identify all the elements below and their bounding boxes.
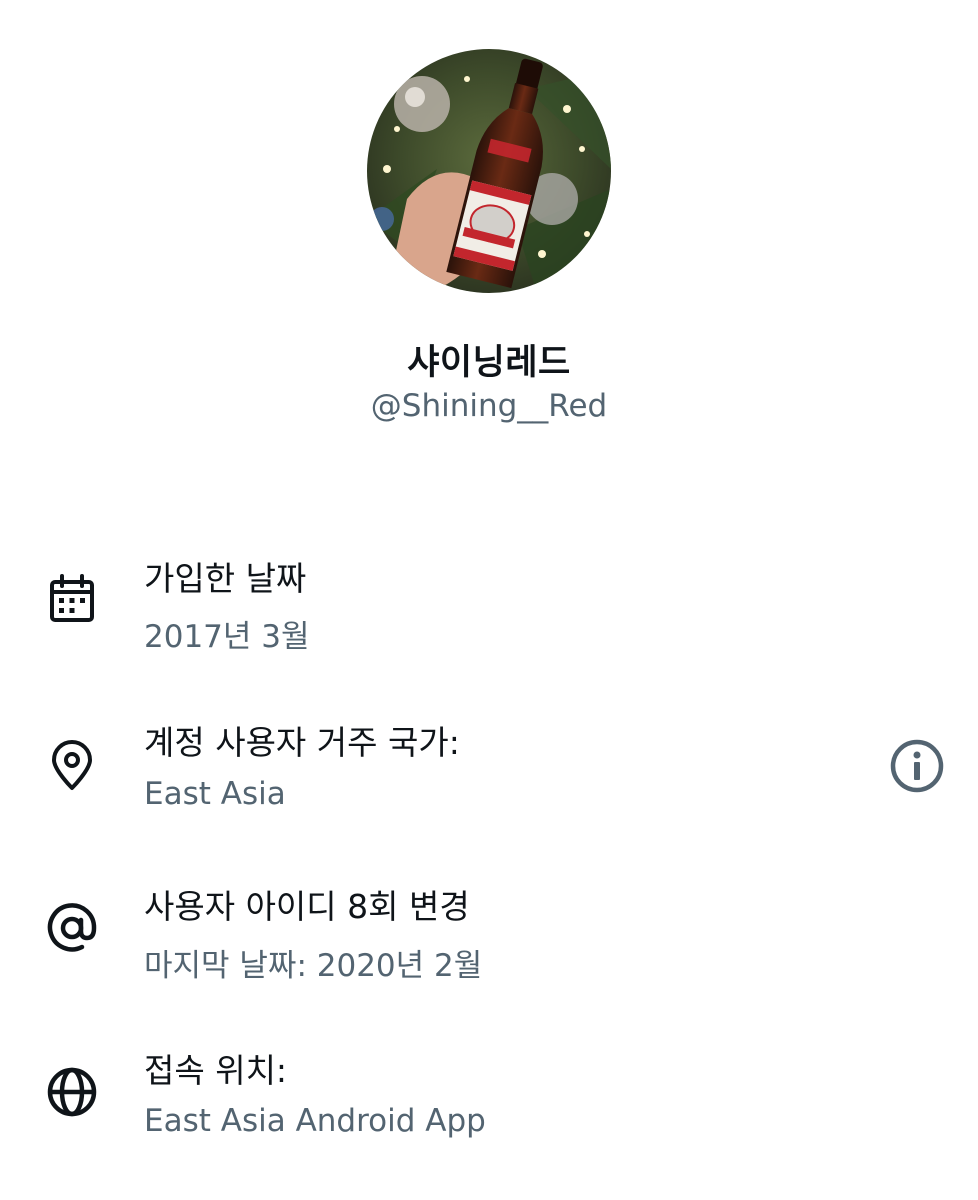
- username-changes-last-date: 마지막 날짜: 2020년 2월: [144, 948, 483, 984]
- calendar-icon: [44, 572, 100, 628]
- about-row-connected-via: 접속 위치: East Asia Android App: [0, 1040, 978, 1180]
- location-pin-icon: [44, 738, 100, 794]
- info-icon[interactable]: [887, 736, 947, 796]
- avatar-image: [367, 49, 611, 293]
- joined-date: 2017년 3월: [144, 619, 310, 655]
- about-row-username-changes: 사용자 아이디 8회 변경 마지막 날짜: 2020년 2월: [0, 876, 978, 1016]
- username-changes-label: 사용자 아이디 8회 변경: [144, 887, 470, 926]
- country-label: 계정 사용자 거주 국가:: [144, 723, 460, 762]
- about-row-joined: 가입한 날짜 2017년 3월: [0, 548, 978, 688]
- display-name: 샤이닝레드: [407, 343, 571, 383]
- connected-via-label: 접속 위치:: [144, 1051, 288, 1090]
- globe-icon: [44, 1064, 100, 1120]
- country-value: East Asia: [144, 776, 286, 812]
- at-sign-icon: [44, 900, 100, 956]
- connected-via-value: East Asia Android App: [144, 1103, 486, 1139]
- joined-label: 가입한 날짜: [144, 559, 307, 598]
- profile-avatar[interactable]: [367, 49, 611, 293]
- user-handle: @Shining__Red: [370, 388, 608, 424]
- about-row-country: 계정 사용자 거주 국가: East Asia: [0, 712, 978, 852]
